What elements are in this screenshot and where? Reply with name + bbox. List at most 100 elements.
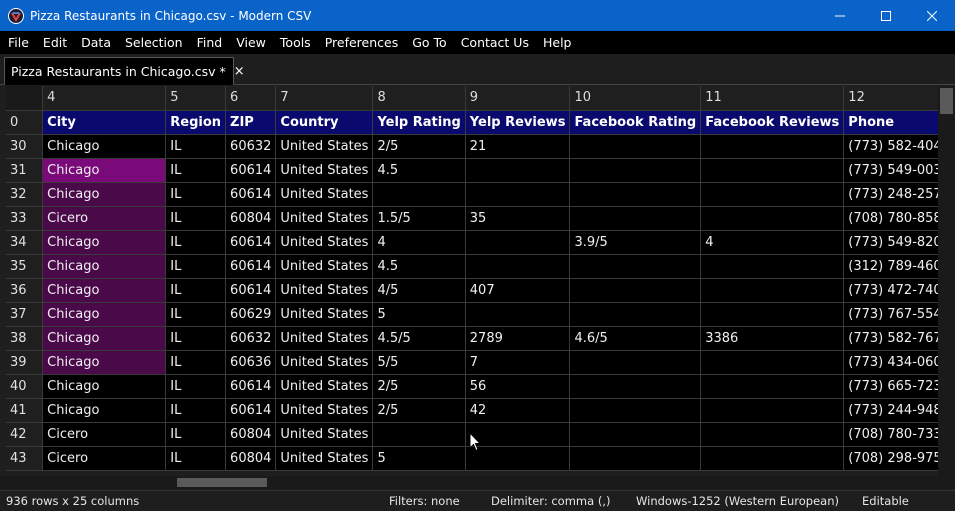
- table-cell[interactable]: 4.5/5: [372, 326, 466, 351]
- table-cell[interactable]: 60614: [225, 158, 277, 183]
- column-number[interactable]: 5: [165, 86, 227, 111]
- row-number[interactable]: 32: [6, 182, 44, 207]
- table-cell[interactable]: IL: [165, 278, 227, 303]
- table-cell[interactable]: Chicago: [42, 350, 167, 375]
- row-number[interactable]: 34: [6, 230, 44, 255]
- table-cell[interactable]: [465, 254, 571, 279]
- menu-preferences[interactable]: Preferences: [318, 31, 406, 54]
- table-cell[interactable]: 60614: [225, 398, 277, 423]
- table-cell[interactable]: [700, 206, 845, 231]
- table-cell[interactable]: Cicero: [42, 206, 167, 231]
- header-cell[interactable]: Region: [165, 110, 227, 135]
- close-button[interactable]: [909, 0, 955, 31]
- table-cell[interactable]: Chicago: [42, 398, 167, 423]
- column-number[interactable]: 9: [465, 86, 571, 111]
- menu-data[interactable]: Data: [74, 31, 118, 54]
- table-cell[interactable]: Cicero: [42, 422, 167, 447]
- table-cell[interactable]: 60614: [225, 182, 277, 207]
- table-cell[interactable]: Cicero: [42, 446, 167, 471]
- row-number[interactable]: 31: [6, 158, 44, 183]
- table-cell[interactable]: 5: [372, 446, 466, 471]
- table-cell[interactable]: IL: [165, 446, 227, 471]
- table-cell[interactable]: IL: [165, 302, 227, 327]
- table-cell[interactable]: 2/5: [372, 374, 466, 399]
- menu-contact-us[interactable]: Contact Us: [454, 31, 536, 54]
- table-cell[interactable]: 4.5: [372, 254, 466, 279]
- table-cell[interactable]: United States: [275, 158, 374, 183]
- tab-close-icon[interactable]: ×: [234, 64, 245, 79]
- header-cell[interactable]: Yelp Rating: [372, 110, 466, 135]
- table-cell[interactable]: [465, 230, 571, 255]
- table-cell[interactable]: 60804: [225, 206, 277, 231]
- table-cell[interactable]: 2/5: [372, 134, 466, 159]
- table-cell[interactable]: 4.6/5: [569, 326, 702, 351]
- menu-view[interactable]: View: [229, 31, 273, 54]
- vertical-scrollbar[interactable]: [938, 86, 955, 489]
- table-cell[interactable]: IL: [165, 158, 227, 183]
- table-cell[interactable]: United States: [275, 230, 374, 255]
- table-cell[interactable]: 7: [465, 350, 571, 375]
- table-cell[interactable]: 5: [372, 302, 466, 327]
- table-cell[interactable]: Chicago: [42, 230, 167, 255]
- row-number[interactable]: 36: [6, 278, 44, 303]
- table-cell[interactable]: IL: [165, 206, 227, 231]
- table-cell[interactable]: [700, 350, 845, 375]
- table-cell[interactable]: IL: [165, 398, 227, 423]
- table-cell[interactable]: 3386: [700, 326, 845, 351]
- table-cell[interactable]: United States: [275, 254, 374, 279]
- menu-go-to[interactable]: Go To: [405, 31, 453, 54]
- tab-file[interactable]: Pizza Restaurants in Chicago.csv * ×: [4, 57, 245, 85]
- row-number[interactable]: 43: [6, 446, 44, 471]
- table-cell[interactable]: 35: [465, 206, 571, 231]
- table-cell[interactable]: IL: [165, 374, 227, 399]
- row-number[interactable]: 41: [6, 398, 44, 423]
- table-cell[interactable]: United States: [275, 302, 374, 327]
- table-cell[interactable]: [569, 446, 702, 471]
- header-cell[interactable]: Facebook Reviews: [700, 110, 845, 135]
- row-number[interactable]: 33: [6, 206, 44, 231]
- table-cell[interactable]: Chicago: [42, 182, 167, 207]
- row-number[interactable]: 39: [6, 350, 44, 375]
- table-cell[interactable]: Chicago: [42, 158, 167, 183]
- table-cell[interactable]: 60614: [225, 374, 277, 399]
- table-cell[interactable]: Chicago: [42, 134, 167, 159]
- table-cell[interactable]: 60614: [225, 230, 277, 255]
- table-cell[interactable]: 4: [700, 230, 845, 255]
- table-cell[interactable]: [700, 302, 845, 327]
- menu-selection[interactable]: Selection: [118, 31, 190, 54]
- table-cell[interactable]: 4: [372, 230, 466, 255]
- table-cell[interactable]: IL: [165, 182, 227, 207]
- table-cell[interactable]: [700, 374, 845, 399]
- table-cell[interactable]: IL: [165, 134, 227, 159]
- row-number[interactable]: 30: [6, 134, 44, 159]
- table-cell[interactable]: Chicago: [42, 326, 167, 351]
- table-cell[interactable]: [569, 374, 702, 399]
- table-cell[interactable]: United States: [275, 374, 374, 399]
- menu-tools[interactable]: Tools: [273, 31, 318, 54]
- table-cell[interactable]: United States: [275, 182, 374, 207]
- table-cell[interactable]: United States: [275, 446, 374, 471]
- table-cell[interactable]: [465, 182, 571, 207]
- table-cell[interactable]: United States: [275, 422, 374, 447]
- column-number[interactable]: 10: [569, 86, 702, 111]
- table-cell[interactable]: Chicago: [42, 374, 167, 399]
- table-cell[interactable]: 60636: [225, 350, 277, 375]
- column-number[interactable]: 4: [42, 86, 167, 111]
- table-cell[interactable]: 60614: [225, 254, 277, 279]
- table-cell[interactable]: 5/5: [372, 350, 466, 375]
- table-cell[interactable]: Chicago: [42, 254, 167, 279]
- table-cell[interactable]: IL: [165, 350, 227, 375]
- table-cell[interactable]: [569, 422, 702, 447]
- table-cell[interactable]: 42: [465, 398, 571, 423]
- table-cell[interactable]: [700, 398, 845, 423]
- table-cell[interactable]: 4.5: [372, 158, 466, 183]
- minimize-button[interactable]: [817, 0, 863, 31]
- row-number[interactable]: 42: [6, 422, 44, 447]
- table-cell[interactable]: [569, 350, 702, 375]
- table-cell[interactable]: United States: [275, 134, 374, 159]
- column-number[interactable]: 6: [225, 86, 277, 111]
- table-cell[interactable]: [465, 158, 571, 183]
- table-cell[interactable]: [569, 134, 702, 159]
- table-cell[interactable]: [700, 158, 845, 183]
- table-cell[interactable]: [465, 302, 571, 327]
